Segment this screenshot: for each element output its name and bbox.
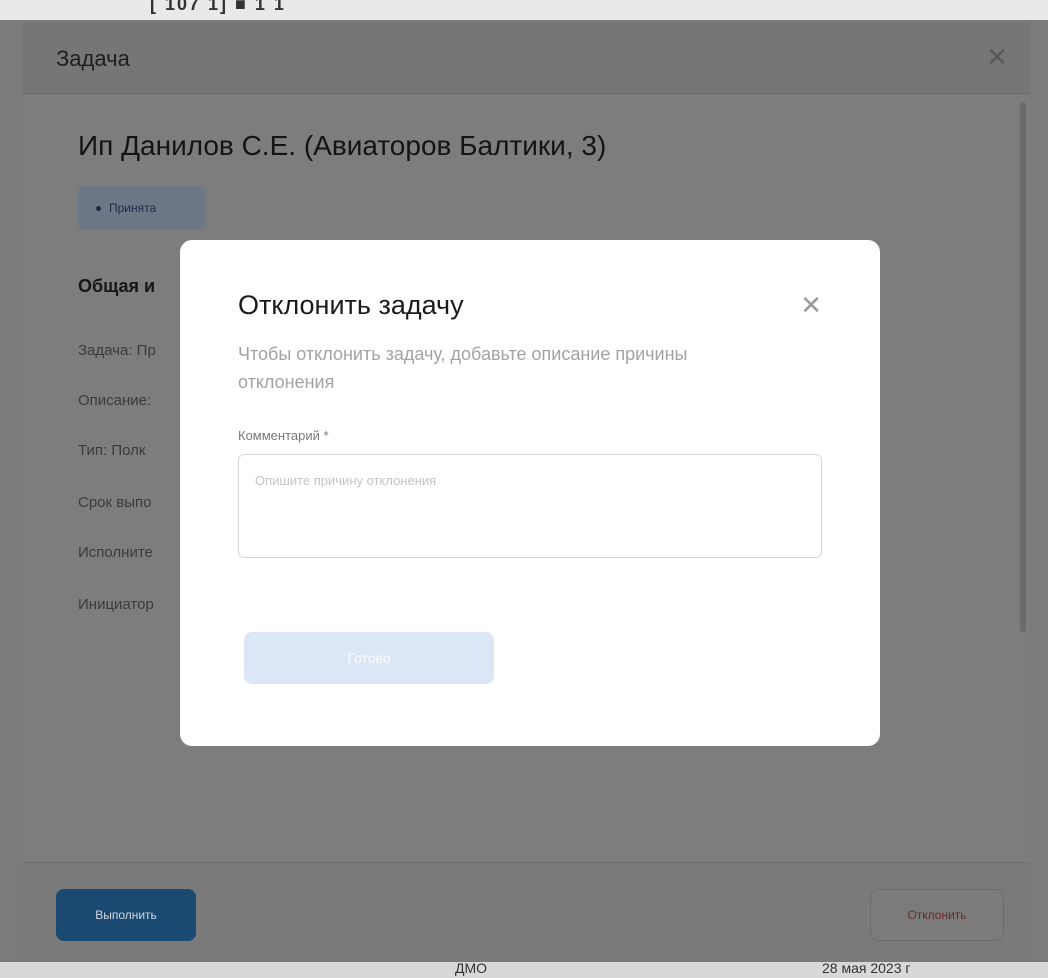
task-dialog-title: Задача [56, 46, 130, 71]
task-title: Ип Данилов С.Е. (Авиаторов Балтики, 3) [78, 130, 607, 161]
field-executor: Исполните [78, 544, 153, 561]
background-bottom-left: ДМО [455, 962, 488, 976]
background-page-top: [ 107 1] ■ 1 1 [0, 0, 1048, 20]
field-type: Тип: Полк [78, 442, 146, 459]
scrollbar[interactable] [1020, 102, 1026, 632]
done-button[interactable]: Готово [244, 632, 494, 684]
background-page-bottom: ДМО 28 мая 2023 г [0, 962, 1048, 978]
close-icon[interactable]: ✕ [800, 290, 822, 321]
field-initiator: Инициатор [78, 596, 154, 613]
section-title: Общая и [78, 276, 156, 296]
comment-input[interactable] [238, 454, 822, 558]
execute-button[interactable]: Выполнить [56, 889, 196, 941]
reject-button[interactable]: Отклонить [870, 889, 1004, 941]
field-task: Задача: Пр [78, 342, 156, 359]
status-dot-icon [96, 205, 101, 211]
task-dialog-header: Задача ✕ [22, 22, 1030, 94]
modal-title: Отклонить задачу [238, 290, 464, 320]
status-badge: Принята [78, 186, 206, 230]
background-bottom-right: 28 мая 2023 г [822, 962, 911, 976]
field-deadline: Срок выпо [78, 494, 152, 511]
modal-subtitle: Чтобы отклонить задачу, добавьте описани… [238, 344, 688, 392]
status-label: Принята [109, 201, 157, 215]
task-dialog-footer: Выполнить Отклонить [22, 862, 1030, 966]
reject-task-modal: Отклонить задачу ✕ Чтобы отклонить задач… [180, 240, 880, 746]
comment-label: Комментарий * [238, 428, 329, 443]
close-icon[interactable]: ✕ [986, 42, 1008, 73]
background-top-text: [ 107 1] ■ 1 1 [150, 0, 286, 14]
field-description: Описание: [78, 392, 152, 409]
